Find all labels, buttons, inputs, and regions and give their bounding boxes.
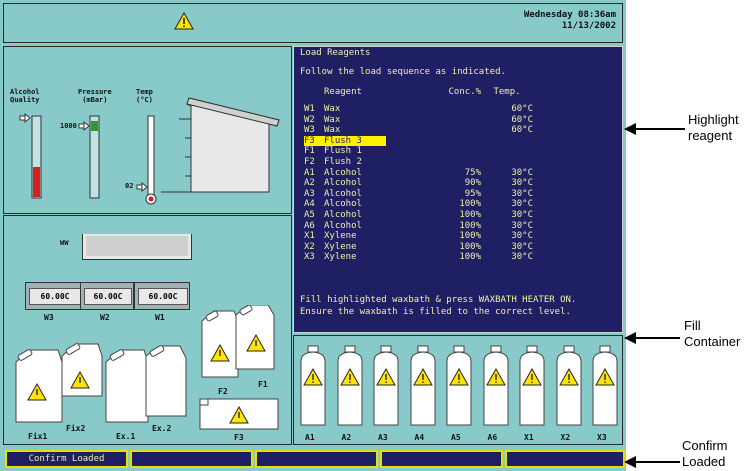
annotation-highlight: Highlight reagent: [688, 112, 739, 143]
fill-arrowhead: [624, 332, 636, 344]
highlight-arrowhead: [624, 123, 636, 135]
callout-arrows: [624, 123, 685, 468]
annotation-confirm: Confirm Loaded: [682, 438, 728, 469]
annotation-fill: Fill Container: [684, 318, 741, 349]
confirm-arrowhead: [624, 456, 636, 468]
